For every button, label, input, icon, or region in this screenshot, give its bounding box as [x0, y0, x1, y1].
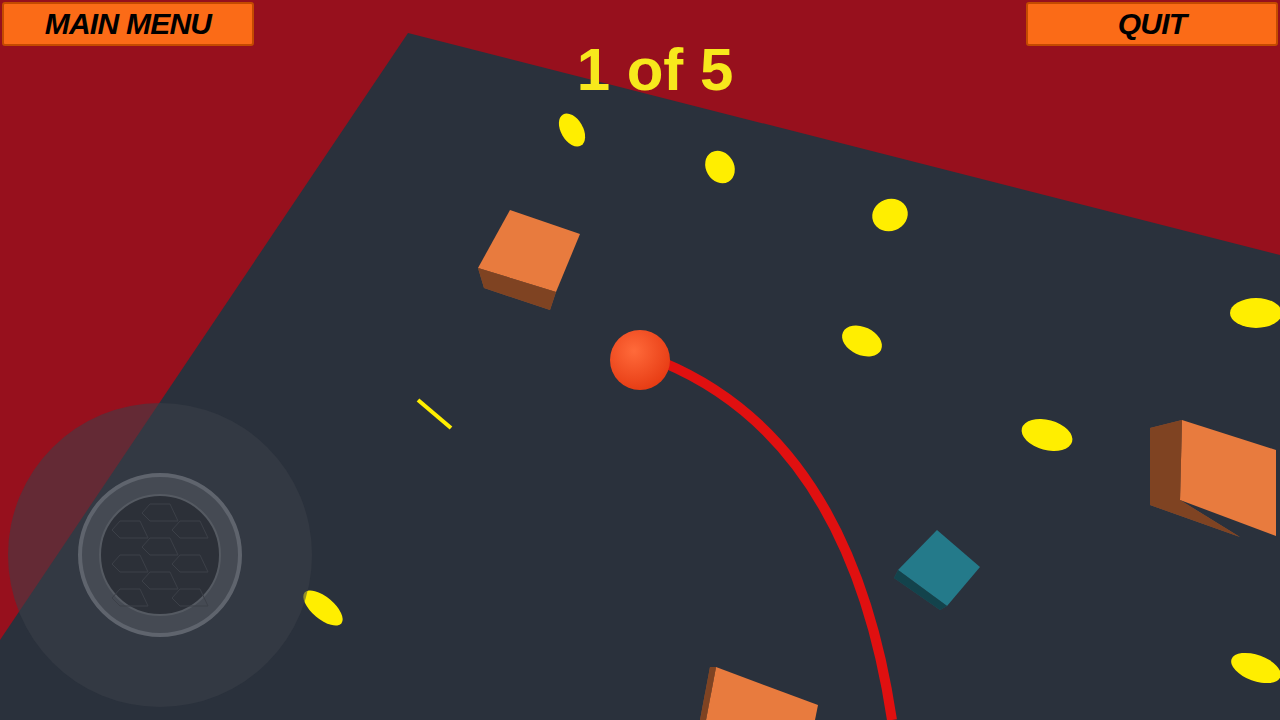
main-menu-button[interactable]: MAIN MENU	[2, 2, 254, 46]
hud: MAIN MENU 1 of 5 QUIT	[0, 0, 1280, 100]
play-field	[0, 33, 1280, 720]
joystick-hex-icon	[142, 538, 178, 555]
quit-button[interactable]: QUIT	[1026, 2, 1278, 46]
box	[478, 210, 580, 310]
joystick-hex-icon	[172, 521, 208, 538]
coin	[553, 109, 590, 151]
game-scene	[0, 0, 1280, 720]
ball-trail	[662, 362, 892, 720]
joystick-hex-icon	[112, 521, 148, 538]
box	[894, 530, 980, 610]
player-ball[interactable]	[610, 330, 670, 390]
joystick-hex-icon	[112, 589, 148, 606]
joystick-hex-icon	[142, 572, 178, 589]
level-counter: 1 of 5	[577, 40, 734, 100]
game-screen: MAIN MENU 1 of 5 QUIT	[0, 0, 1280, 720]
coin	[837, 319, 887, 362]
joystick-hex-icon	[172, 555, 208, 572]
joystick[interactable]	[8, 403, 312, 707]
coin	[1230, 298, 1280, 328]
box	[1150, 420, 1276, 537]
coin	[699, 145, 740, 188]
coin	[1227, 647, 1280, 689]
joystick-hex-icon	[172, 589, 208, 606]
coin	[418, 400, 451, 428]
coin	[868, 194, 913, 236]
joystick-hex-icon	[112, 555, 148, 572]
box	[700, 667, 818, 720]
coin	[1018, 414, 1076, 456]
joystick-hex-icon	[142, 504, 178, 521]
